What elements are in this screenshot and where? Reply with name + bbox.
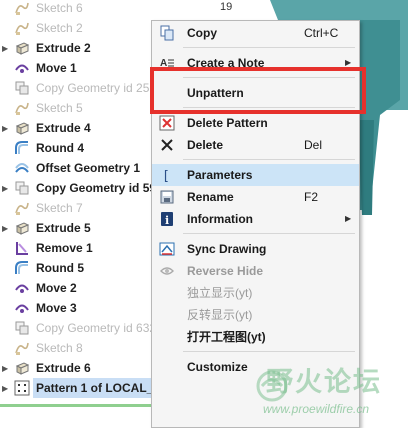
expand-arrow-icon[interactable]: ▶ (2, 184, 10, 193)
svg-text:[ ]: [ ] (162, 169, 175, 183)
menu-separator (183, 77, 355, 78)
sketch-icon (14, 200, 30, 216)
sketch-icon (14, 20, 30, 36)
expand-arrow-icon[interactable]: ▶ (2, 384, 10, 393)
menu-item[interactable]: i Information ▶ (152, 208, 359, 230)
extrude-icon (14, 120, 30, 136)
menu-item[interactable]: 独立显示(yt) (152, 282, 359, 304)
menu-separator (183, 47, 355, 48)
menu-item-label: Create a Note (187, 56, 265, 70)
menu-separator (183, 107, 355, 108)
menu-item[interactable]: Delete Del (152, 134, 359, 156)
copy-geometry-icon (14, 320, 30, 336)
tree-item-label: Extrude 6 (36, 361, 91, 375)
sync-drawing-icon (159, 241, 175, 257)
submenu-arrow-icon: ▶ (345, 58, 352, 67)
tree-item-label: Sketch 8 (36, 341, 83, 355)
menu-item-label: 打开工程图(yt) (187, 330, 266, 344)
number-column-value: 19 (220, 1, 233, 13)
note-icon: A (159, 55, 175, 71)
menu-item-label: Delete Pattern (187, 116, 268, 130)
watermark-url: www.proewildfire.cn (263, 402, 370, 416)
tree-item-label: Copy Geometry id 632 (36, 321, 157, 335)
menu-item[interactable]: [ ] Parameters (152, 164, 359, 186)
expand-arrow-icon[interactable]: ▶ (2, 224, 10, 233)
parameters-icon: [ ] (159, 167, 185, 184)
extrude-icon (14, 360, 30, 376)
information-icon: i (159, 211, 175, 227)
rename-icon (159, 189, 175, 205)
tree-item-label: Extrude 5 (36, 221, 91, 235)
menu-item-label: Rename (187, 190, 234, 204)
submenu-arrow-icon: ▶ (345, 214, 352, 223)
tree-item-label: Copy Geometry id 59 (36, 181, 157, 195)
menu-separator (183, 351, 355, 352)
menu-item-label: Reverse Hide (187, 264, 264, 278)
copy-icon (159, 25, 175, 41)
round-icon (14, 260, 30, 276)
menu-item-label: 独立显示(yt) (187, 286, 253, 300)
menu-item-label: Delete (187, 138, 224, 152)
delete-pattern-icon (159, 115, 175, 131)
remove-icon (14, 240, 30, 256)
tree-item-label: Move 3 (36, 301, 77, 315)
menu-item-shortcut: Del (304, 138, 323, 152)
tree-item-label: Round 5 (36, 261, 84, 275)
watermark-text: 野火论坛 (266, 367, 382, 398)
reverse-hide-icon (159, 263, 175, 279)
svg-text:i: i (165, 214, 169, 227)
sketch-icon (14, 340, 30, 356)
extrude-icon (14, 220, 30, 236)
tree-item-label: Offset Geometry 1 (36, 161, 141, 175)
tree-item-label: Round 4 (36, 141, 84, 155)
copy-geometry-icon (14, 80, 30, 96)
menu-item-shortcut: F2 (304, 190, 319, 204)
tree-item-label: Copy Geometry id 25 (36, 81, 150, 95)
svg-text:A: A (160, 58, 167, 69)
menu-item-label: Customize (187, 360, 248, 374)
menu-item[interactable]: Unpattern (152, 82, 359, 104)
expand-arrow-icon[interactable]: ▶ (2, 44, 10, 53)
menu-item[interactable]: 打开工程图(yt) (152, 326, 359, 348)
menu-item-label: Unpattern (187, 86, 244, 100)
expand-arrow-icon[interactable]: ▶ (2, 364, 10, 373)
sketch-icon (14, 0, 30, 16)
menu-item[interactable]: Copy Ctrl+C (152, 22, 359, 44)
menu-separator (183, 233, 355, 234)
tree-item-label: Extrude 2 (36, 41, 91, 55)
tree-item-label: Remove 1 (36, 241, 93, 255)
delete-icon (159, 137, 175, 153)
tree-item-label: Move 1 (36, 61, 77, 75)
menu-item-label: 反转显示(yt) (187, 308, 253, 322)
menu-item[interactable]: A Create a Note ▶ (152, 52, 359, 74)
menu-item-shortcut: Ctrl+C (304, 26, 339, 40)
tree-item-label: Sketch 5 (36, 101, 83, 115)
menu-item-label: Sync Drawing (187, 242, 267, 256)
menu-item-label: Parameters (187, 168, 253, 182)
menu-separator (183, 159, 355, 160)
pattern-icon (14, 380, 30, 396)
sketch-icon (14, 100, 30, 116)
tree-item-label: Extrude 4 (36, 121, 91, 135)
tree-item-label: Sketch 2 (36, 21, 83, 35)
menu-item[interactable]: Reverse Hide (152, 260, 359, 282)
menu-item[interactable]: 反转显示(yt) (152, 304, 359, 326)
menu-item[interactable]: Sync Drawing (152, 238, 359, 260)
menu-item-label: Information (187, 212, 253, 226)
tree-item-label: Move 2 (36, 281, 77, 295)
round-icon (14, 140, 30, 156)
extrude-icon (14, 40, 30, 56)
expand-arrow-icon[interactable]: ▶ (2, 124, 10, 133)
tree-item-label: Sketch 6 (36, 1, 83, 15)
menu-item[interactable]: Rename F2 (152, 186, 359, 208)
menu-item[interactable]: Delete Pattern (152, 112, 359, 134)
tree-item-label: Sketch 7 (36, 201, 83, 215)
move-icon (14, 280, 30, 296)
copy-geometry-icon (14, 180, 30, 196)
move-icon (14, 300, 30, 316)
menu-item-label: Copy (187, 26, 217, 40)
offset-geometry-icon (14, 160, 30, 176)
move-icon (14, 60, 30, 76)
tree-item[interactable]: Sketch 6 (0, 0, 200, 18)
